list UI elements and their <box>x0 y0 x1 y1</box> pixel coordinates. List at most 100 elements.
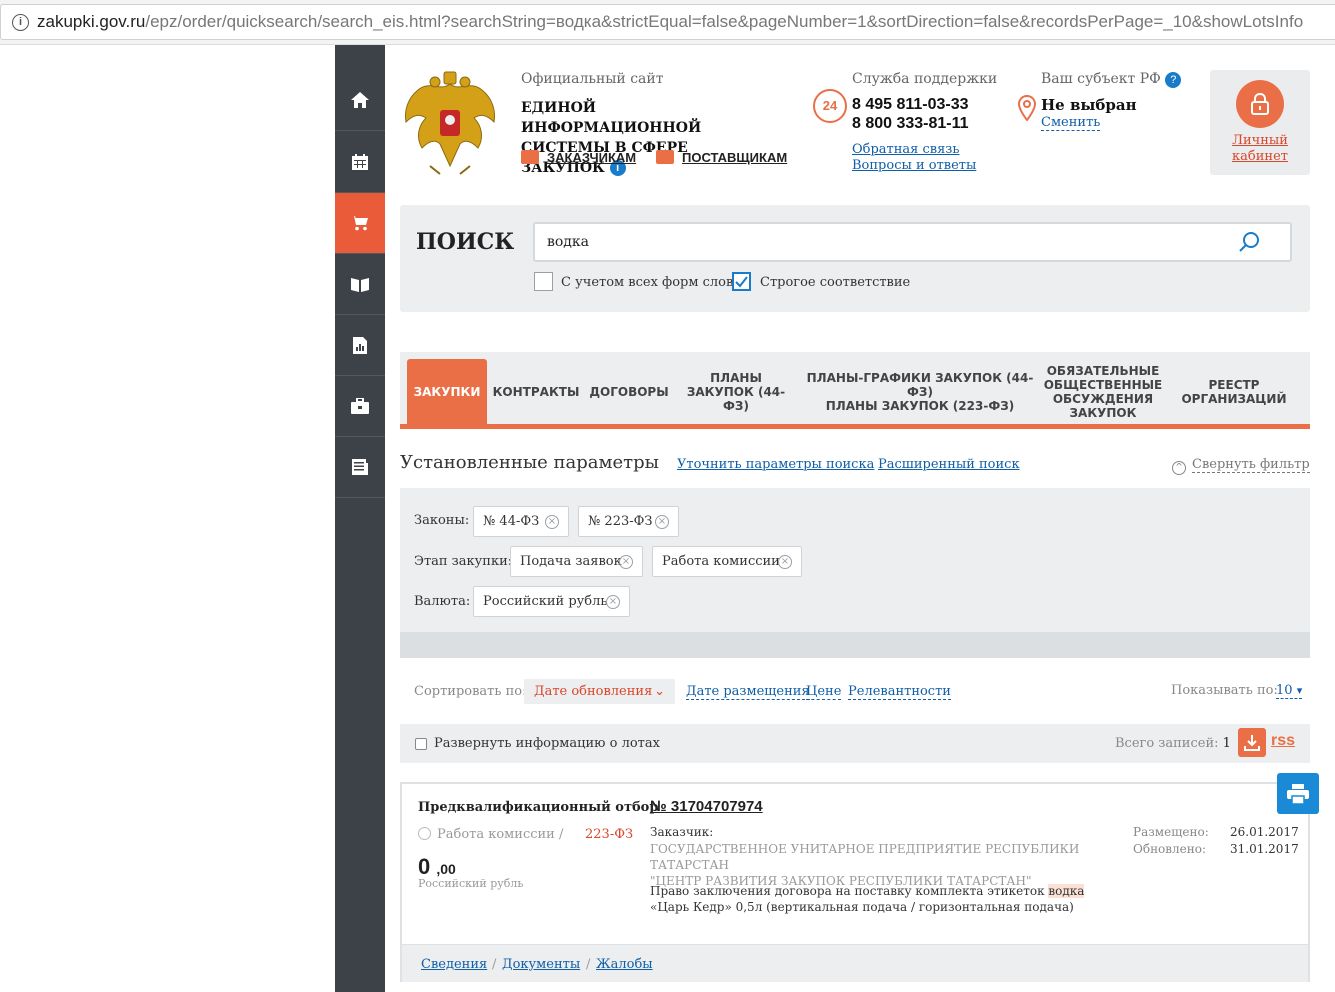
documents-link[interactable]: Документы <box>502 957 580 972</box>
procurement-currency: Российский рубль <box>418 877 524 890</box>
site-title[interactable]: ЕДИНОЙ ИНФОРМАЦИОННОЙ СИСТЕМЫ В СФЕРЕ ЗА… <box>521 98 761 178</box>
remove-icon[interactable]: × <box>606 595 620 609</box>
link-separator: / <box>492 957 497 972</box>
calendar-icon <box>352 154 368 170</box>
laws-label: Законы: <box>414 513 470 528</box>
filter-chip-law-223: № 223-ФЗ × <box>578 506 679 537</box>
sort-by-posting-date[interactable]: Дате размещения <box>686 684 810 700</box>
sort-by-relevance[interactable]: Релевантности <box>848 684 951 700</box>
details-link[interactable]: Сведения <box>421 957 487 972</box>
cart-icon <box>351 216 368 231</box>
print-button[interactable] <box>1277 773 1319 814</box>
procurement-number-link[interactable]: № 31704707974 <box>650 798 763 815</box>
remove-icon[interactable]: × <box>619 555 633 569</box>
procurement-description: Право заключения договора на поставку ко… <box>650 884 1085 914</box>
customer-name[interactable]: ГОСУДАРСТВЕННОЕ УНИТАРНОЕ ПРЕДПРИЯТИЕ РЕ… <box>650 841 1120 889</box>
page-size-select[interactable]: 10 ▾ <box>1276 683 1303 699</box>
personal-cabinet-label: Личный кабинет <box>1232 133 1288 164</box>
sidebar-item-library[interactable] <box>335 254 385 315</box>
filter-chip-stage-applications: Подача заявок × <box>510 546 643 577</box>
collapse-filter-button[interactable]: ^ Свернуть фильтр <box>1172 457 1310 475</box>
personal-cabinet-button[interactable]: Личный кабинет <box>1210 70 1310 175</box>
site-subtitle: Официальный сайт <box>521 71 664 87</box>
customers-link[interactable]: ЗАКАЗЧИКАМ <box>521 150 636 165</box>
procurement-stage: Работа комиссии / <box>418 827 563 842</box>
posted-label: Размещено: <box>1133 825 1209 839</box>
params-panel-footer <box>400 632 1310 658</box>
region-title: Ваш субъект РФ ? <box>1041 71 1182 88</box>
updated-label: Обновлено: <box>1133 842 1207 856</box>
filter-chip-currency-rub: Российский рубль × <box>473 586 630 617</box>
tab-plans[interactable]: ПЛАНЫ ЗАКУПОК (44-ФЗ) <box>676 359 796 425</box>
tab-contracts[interactable]: КОНТРАКТЫ <box>490 359 582 425</box>
region-value: Не выбран <box>1041 96 1137 114</box>
search-input[interactable] <box>533 222 1292 262</box>
stage-label: Этап закупки: <box>414 554 513 569</box>
report-icon <box>353 336 367 354</box>
sidebar-item-purchases[interactable] <box>335 193 385 254</box>
complaints-link[interactable]: Жалобы <box>596 957 653 972</box>
all-word-forms-checkbox[interactable] <box>534 272 553 291</box>
suppliers-link[interactable]: ПОСТАВЩИКАМ <box>656 150 787 165</box>
address-bar[interactable]: i zakupki.gov.ru/epz/order/quicksearch/s… <box>0 4 1335 40</box>
chevron-down-icon: ▾ <box>1296 684 1303 697</box>
lock-icon <box>1236 80 1284 128</box>
expand-lots-checkbox[interactable] <box>415 738 427 750</box>
download-button[interactable] <box>1238 728 1266 757</box>
sidebar-item-reports[interactable] <box>335 315 385 376</box>
expand-lots-label: Развернуть информацию о лотах <box>434 736 660 751</box>
tab-org-registry[interactable]: РЕЕСТР ОРГАНИЗАЦИЙ <box>1172 359 1296 425</box>
refine-search-link[interactable]: Уточнить параметры поиска <box>677 457 874 472</box>
sort-by-price[interactable]: Цене <box>806 684 842 700</box>
sidebar-item-news[interactable] <box>335 437 385 498</box>
search-icon[interactable] <box>1238 231 1260 253</box>
sort-label: Сортировать по: <box>414 684 527 699</box>
location-pin-icon <box>1018 95 1036 121</box>
tab-purchases[interactable]: ЗАКУПКИ <box>407 359 487 425</box>
strict-match-label: Строгое соответствие <box>760 275 911 290</box>
news-icon <box>352 459 368 475</box>
sidebar-item-home[interactable] <box>335 70 385 131</box>
search-title: ПОИСК <box>416 229 515 255</box>
updated-date: 31.01.2017 <box>1230 842 1299 856</box>
help-icon[interactable]: ? <box>1165 72 1182 88</box>
clock-icon <box>418 827 431 840</box>
support-title: Служба поддержки <box>852 71 998 87</box>
support-24-icon: 24 <box>813 89 847 123</box>
link-separator: / <box>586 957 591 972</box>
faq-link[interactable]: Вопросы и ответы <box>852 158 976 173</box>
chevron-down-icon: ⌄ <box>654 684 665 699</box>
site-info-icon[interactable]: i <box>12 14 29 31</box>
rss-link[interactable]: rss <box>1271 732 1295 750</box>
sidebar-item-calendar[interactable] <box>335 132 385 193</box>
sidebar-item-business[interactable] <box>335 376 385 437</box>
all-word-forms-label: С учетом всех форм слов <box>561 275 734 290</box>
feedback-link[interactable]: Обратная связь <box>852 142 959 157</box>
filter-chip-stage-commission: Работа комиссии × <box>652 546 802 577</box>
coat-of-arms-logo[interactable] <box>400 70 500 176</box>
region-change-link[interactable]: Сменить <box>1041 115 1101 131</box>
download-icon <box>1244 734 1260 751</box>
advanced-search-link[interactable]: Расширенный поиск <box>878 457 1020 472</box>
customer-label: Заказчик: <box>650 825 714 839</box>
box-icon <box>656 150 674 164</box>
home-icon <box>351 92 369 108</box>
tab-plan-schedules[interactable]: ПЛАНЫ-ГРАФИКИ ЗАКУПОК (44-ФЗ) ПЛАНЫ ЗАКУП… <box>802 359 1038 425</box>
currency-label: Валюта: <box>414 594 471 609</box>
sort-by-update-date[interactable]: Дате обновления ⌄ <box>524 679 675 704</box>
remove-icon[interactable]: × <box>778 555 792 569</box>
params-title: Установленные параметры <box>400 452 659 473</box>
filter-chip-law-44: № 44-ФЗ × <box>473 506 569 537</box>
strict-match-checkbox[interactable] <box>732 272 751 291</box>
remove-icon[interactable]: × <box>655 515 669 529</box>
url-text[interactable]: zakupki.gov.ru/epz/order/quicksearch/sea… <box>37 5 1303 39</box>
book-icon <box>351 278 369 292</box>
checkmark-icon <box>735 276 748 288</box>
total-records: Всего записей: 1 <box>1115 736 1231 751</box>
procurement-law: 223-ФЗ <box>585 827 634 842</box>
tab-public-discussions[interactable]: ОБЯЗАТЕЛЬНЫЕ ОБЩЕСТВЕННЫЕ ОБСУЖДЕНИЯ ЗАКУПО… <box>1042 359 1164 425</box>
tab-agreements[interactable]: ДОГОВОРЫ <box>588 359 670 425</box>
browser-toolbar: i zakupki.gov.ru/epz/order/quicksearch/s… <box>0 0 1335 45</box>
briefcase-icon <box>521 150 539 164</box>
remove-icon[interactable]: × <box>545 515 559 529</box>
